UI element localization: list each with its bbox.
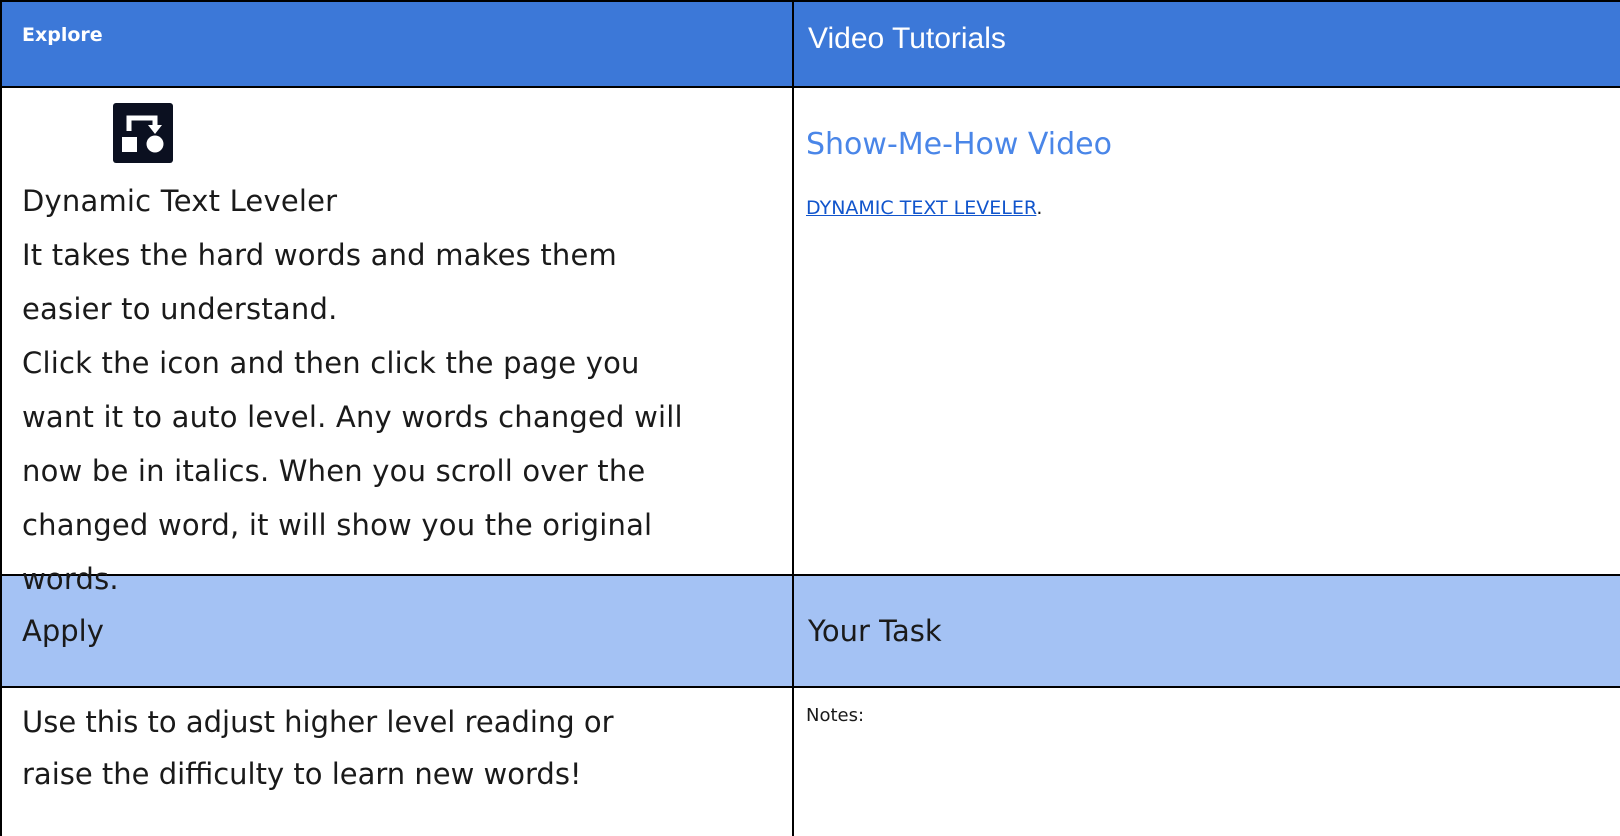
apply-line: Use this to adjust higher level reading … [22, 705, 614, 739]
description-line: now be in italics. When you scroll over … [22, 454, 646, 488]
apply-line: raise the difficulty to learn new words! [22, 757, 582, 791]
border-row-1 [0, 86, 1620, 88]
description-line: want it to auto level. Any words changed… [22, 400, 683, 434]
video-tutorials-header: Video Tutorials [808, 22, 1006, 55]
apply-header: Apply [22, 614, 104, 648]
dynamic-text-leveler-icon [113, 103, 173, 163]
description-line: changed word, it will show you the origi… [22, 508, 653, 542]
description-line: Click the icon and then click the page y… [22, 346, 640, 380]
your-task-header: Your Task [808, 614, 942, 648]
explore-body: Dynamic Text Leveler It takes the hard w… [22, 174, 792, 606]
lesson-table: Explore Video Tutorials Dynamic Text Lev… [0, 0, 1620, 836]
video-link-line: DYNAMIC TEXT LEVELER. [806, 197, 1042, 219]
border-left [0, 0, 2, 836]
description-line: easier to understand. [22, 292, 338, 326]
description-line: It takes the hard words and makes them [22, 238, 617, 272]
dynamic-text-leveler-link[interactable]: DYNAMIC TEXT LEVELER [806, 197, 1036, 219]
border-row-3 [0, 686, 1620, 688]
explore-header: Explore [22, 24, 103, 46]
apply-body: Use this to adjust higher level reading … [22, 696, 792, 800]
description-line: words. [22, 562, 119, 596]
show-me-how-title: Show-Me-How Video [806, 127, 1112, 162]
tool-name: Dynamic Text Leveler [22, 184, 338, 218]
border-top [0, 0, 1620, 2]
link-suffix: . [1036, 197, 1043, 219]
notes-label[interactable]: Notes: [806, 705, 864, 726]
border-middle [792, 0, 794, 836]
explore-header-cell [0, 0, 793, 87]
